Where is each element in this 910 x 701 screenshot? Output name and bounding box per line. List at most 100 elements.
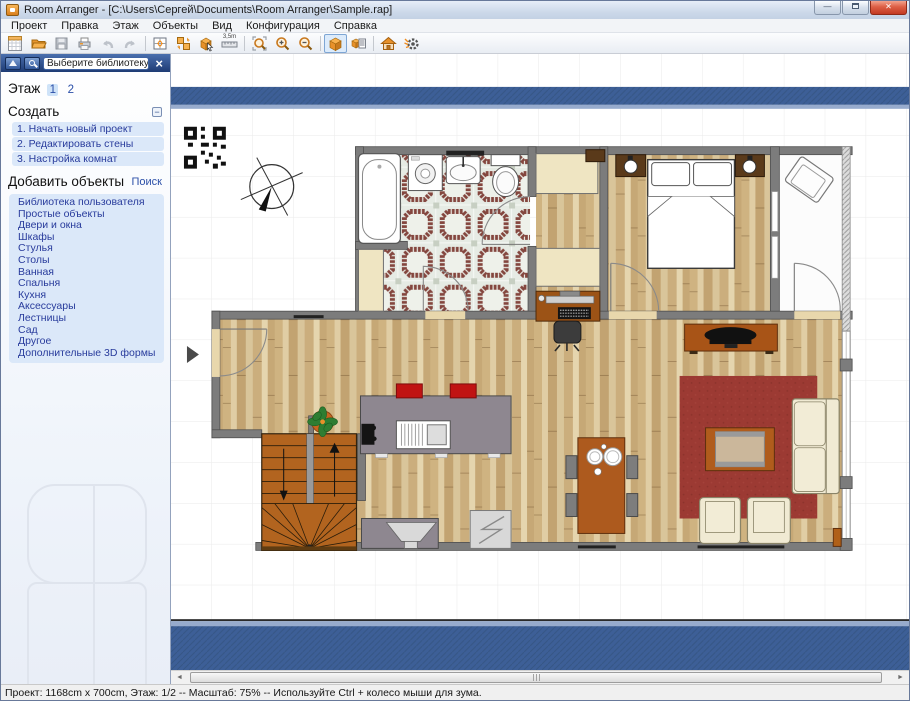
kitchen-island[interactable] <box>360 396 511 458</box>
staircase[interactable] <box>262 434 357 551</box>
armchair[interactable] <box>700 498 741 544</box>
menu-edit[interactable]: Правка <box>54 20 105 32</box>
zoom-in-icon[interactable] <box>271 34 294 53</box>
bathroom-sink[interactable] <box>446 157 480 184</box>
dining-chair[interactable] <box>627 494 638 517</box>
washing-machine[interactable] <box>408 155 442 191</box>
scrollbar-thumb[interactable] <box>190 672 882 683</box>
panel-close-button[interactable]: × <box>152 57 166 70</box>
menu-objects[interactable]: Объекты <box>146 20 205 32</box>
floor-label: Этаж <box>8 81 40 96</box>
toolbar-separator <box>244 36 245 51</box>
scroll-left-button[interactable]: ◄ <box>171 671 188 684</box>
bathtub[interactable] <box>358 154 400 244</box>
lib-item-bedroom[interactable]: Спальня <box>18 278 164 290</box>
restore-button[interactable] <box>842 1 869 15</box>
menu-view[interactable]: Вид <box>205 20 239 32</box>
scroll-right-button[interactable]: ► <box>892 671 909 684</box>
restore-icon <box>852 3 859 9</box>
close-button[interactable]: ✕ <box>870 1 907 15</box>
dining-chair[interactable] <box>566 456 577 479</box>
menu-configuration[interactable]: Конфигурация <box>239 20 327 32</box>
select-objects-icon[interactable] <box>172 34 195 53</box>
decorative-outline <box>27 484 147 584</box>
menu-bar: Проект Правка Этаж Объекты Вид Конфигура… <box>1 19 909 33</box>
floor-tab-1[interactable]: 1 <box>47 84 58 96</box>
sofa[interactable] <box>792 399 839 494</box>
print-icon[interactable] <box>73 34 96 53</box>
library-list: Библиотека пользователя Простые объекты … <box>9 194 164 363</box>
barstool[interactable] <box>396 384 422 398</box>
minimize-button[interactable]: — <box>814 1 841 15</box>
double-bed[interactable] <box>648 160 735 269</box>
coffee-table[interactable] <box>706 428 775 471</box>
qr-code[interactable] <box>184 127 226 169</box>
open-project-icon[interactable] <box>27 34 50 53</box>
create-section-header: Создать − <box>8 104 162 119</box>
zoom-extents-icon[interactable] <box>248 34 271 53</box>
toolbar-separator <box>373 36 374 51</box>
horizontal-scrollbar[interactable]: ◄ ► <box>171 670 909 684</box>
menu-floor[interactable]: Этаж <box>105 20 145 32</box>
window-wall <box>840 331 852 550</box>
object-list-icon[interactable] <box>347 34 370 53</box>
add-objects-title: Добавить объекты <box>8 174 124 189</box>
zoom-out-icon[interactable] <box>294 34 317 53</box>
barstool[interactable] <box>450 384 476 398</box>
add-object-icon[interactable] <box>195 34 218 53</box>
wall-editor-icon[interactable] <box>149 34 172 53</box>
dining-chair[interactable] <box>566 494 577 517</box>
create-item-edit-walls[interactable]: 2. Редактировать стены <box>12 137 164 151</box>
toilet[interactable] <box>491 155 520 197</box>
add-objects-section-header: Добавить объекты Поиск <box>8 174 162 189</box>
measure-icon[interactable]: 3,5m <box>218 34 241 53</box>
lib-item-tables[interactable]: Столы <box>18 255 164 267</box>
redo-icon[interactable] <box>119 34 142 53</box>
fridge[interactable] <box>470 511 511 549</box>
tv-stand[interactable] <box>685 324 778 354</box>
create-item-room-setup[interactable]: 3. Настройка комнат <box>12 152 164 166</box>
armchair[interactable] <box>747 498 790 544</box>
window-title: Room Arranger - [C:\Users\Сергей\Documen… <box>24 4 392 16</box>
save-icon[interactable] <box>50 34 73 53</box>
home-button[interactable] <box>5 57 21 70</box>
lib-item-user-library[interactable]: Библиотека пользователя <box>18 197 164 209</box>
lib-item-stairs[interactable]: Лестницы <box>18 313 164 325</box>
library-sidebar: Выберите библиотеку... ▼ × Этаж 1 2 Созд… <box>1 54 171 684</box>
plan-canvas[interactable]: ◄ ► <box>171 54 909 684</box>
dining-chair[interactable] <box>627 456 638 479</box>
app-window: Room Arranger - [C:\Users\Сергей\Documen… <box>0 0 910 701</box>
view-3d-icon[interactable] <box>324 34 347 53</box>
bathroom-cabinet[interactable] <box>358 249 383 311</box>
nightstand-left[interactable] <box>616 155 646 177</box>
floor-tab-2[interactable]: 2 <box>65 84 76 96</box>
computer-desk[interactable] <box>536 291 600 321</box>
lib-item-other[interactable]: Другое <box>18 336 164 348</box>
floor-selector: Этаж 1 2 <box>8 81 170 96</box>
new-document-icon[interactable] <box>4 34 27 53</box>
toolbar-separator <box>145 36 146 51</box>
menu-help[interactable]: Справка <box>327 20 384 32</box>
nightstand-right[interactable] <box>735 155 764 177</box>
search-button[interactable] <box>24 57 40 70</box>
library-dropdown[interactable]: Выберите библиотеку... ▼ <box>43 57 149 70</box>
status-bar: Проект: 1168cm x 700cm, Этаж: 1/2 -- Мас… <box>1 684 909 700</box>
home-3d-icon[interactable] <box>377 34 400 53</box>
undo-icon[interactable] <box>96 34 119 53</box>
search-link[interactable]: Поиск <box>132 176 162 188</box>
library-dropdown-value: Выберите библиотеку... <box>47 58 149 69</box>
hall-wardrobe-bottom[interactable] <box>536 248 600 286</box>
floor-plan[interactable] <box>171 54 909 670</box>
collapse-icon[interactable]: − <box>152 107 162 117</box>
radiator[interactable] <box>833 528 841 546</box>
toolbar: 3,5m <box>1 33 909 54</box>
hall-shelf[interactable] <box>586 150 605 162</box>
lib-item-additional-3d[interactable]: Дополнительные 3D формы <box>18 348 164 360</box>
create-item-new-project[interactable]: 1. Начать новый проект <box>12 122 164 136</box>
window-titlebar: Room Arranger - [C:\Users\Сергей\Documen… <box>1 1 909 19</box>
walkthrough-icon[interactable] <box>400 34 423 53</box>
menu-project[interactable]: Проект <box>4 20 54 32</box>
home-icon <box>9 60 17 66</box>
kitchen-sink-counter[interactable] <box>361 518 438 548</box>
scrollbar-track[interactable] <box>188 671 892 684</box>
